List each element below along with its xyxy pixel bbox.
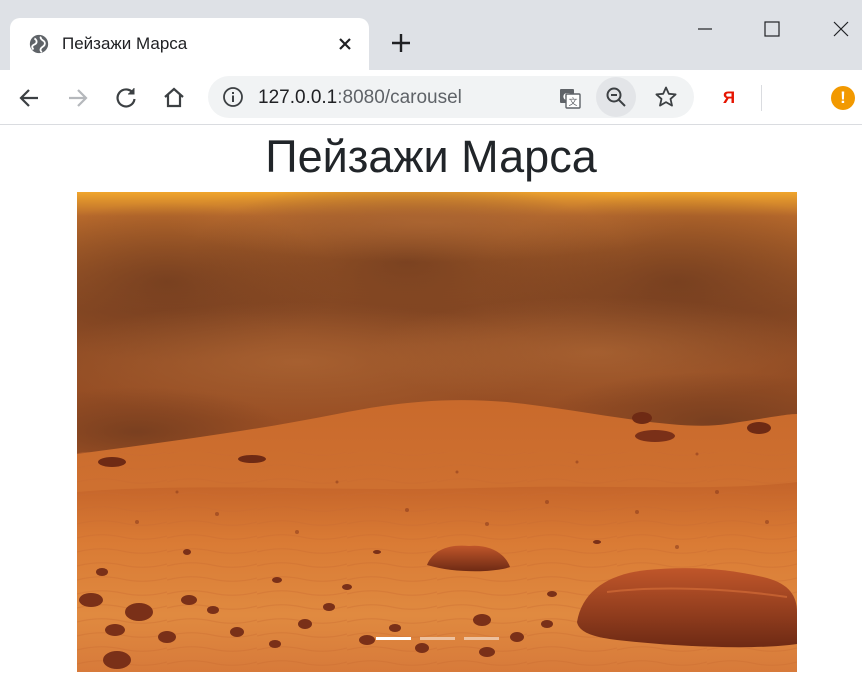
zoom-button[interactable] [596,77,636,117]
carousel-indicator[interactable] [419,637,455,640]
tab-strip: Пейзажи Марса [0,0,862,70]
info-icon[interactable] [222,86,244,108]
carousel-indicator[interactable] [463,637,499,640]
url-host: 127.0.0.1 [258,87,338,108]
url-text[interactable]: 127.0.0.1:8080/carousel [258,87,462,109]
translate-icon[interactable]: G 文 [558,86,582,110]
svg-text:文: 文 [568,96,577,108]
page-title: Пейзажи Марса [265,131,597,182]
back-arrow-icon[interactable] [16,84,44,112]
reload-icon[interactable] [112,84,140,112]
browser-toolbar: 127.0.0.1:8080/carousel G 文 Я ! [0,70,862,125]
image-carousel[interactable] [77,192,797,672]
address-bar[interactable]: 127.0.0.1:8080/carousel G 文 [208,76,694,118]
carousel-indicator[interactable] [375,637,411,640]
browser-tab-active[interactable]: Пейзажи Марса [10,18,369,70]
bookmark-star-icon[interactable] [654,85,678,109]
forward-arrow-icon[interactable] [63,84,91,112]
zoom-out-icon [606,87,626,107]
globe-icon [29,34,49,54]
maximize-icon[interactable] [757,14,787,44]
mars-landscape-image [77,192,797,672]
home-icon[interactable] [160,84,188,112]
yandex-extension-icon[interactable]: Я [720,86,738,110]
toolbar-divider [761,85,762,111]
url-path: :8080/carousel [337,87,462,108]
carousel-indicators [77,637,797,640]
tab-title: Пейзажи Марса [62,34,188,53]
close-tab-icon[interactable] [335,34,355,54]
minimize-icon[interactable] [690,14,720,44]
close-window-icon[interactable] [826,14,856,44]
update-alert-icon[interactable]: ! [831,86,855,110]
new-tab-icon[interactable] [388,30,414,56]
